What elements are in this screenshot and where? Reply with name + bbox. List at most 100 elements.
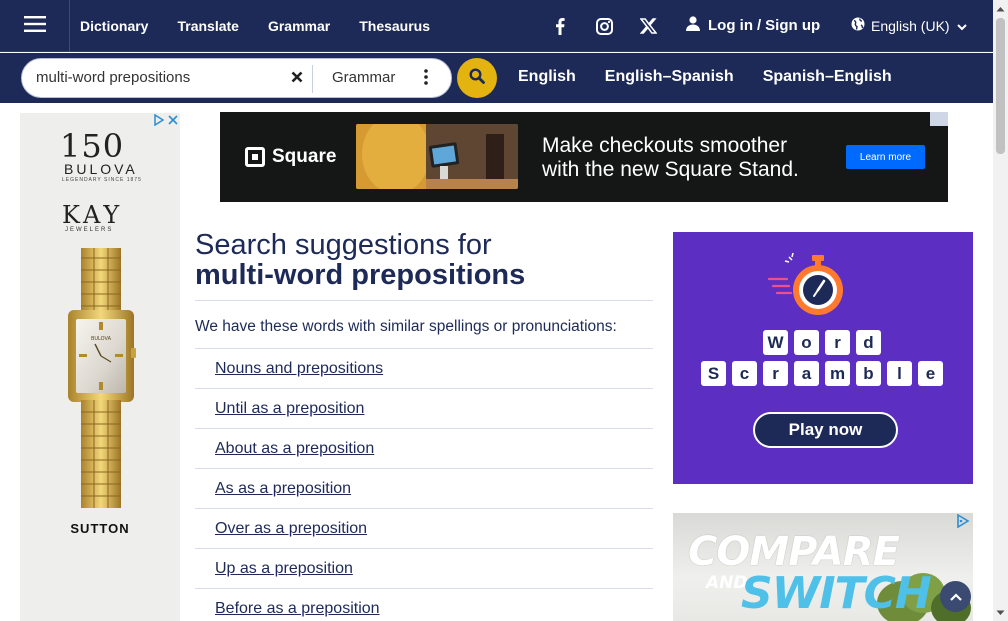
kay-logo: KAY	[62, 201, 124, 229]
square-brand: Square	[272, 146, 337, 167]
top-nav: Dictionary Translate Grammar Thesaurus L…	[0, 0, 993, 52]
square-logo: Square	[245, 146, 336, 168]
chevron-down-icon	[956, 18, 967, 34]
page-scrollbar[interactable]	[993, 0, 1008, 621]
page-title: Search suggestions for	[195, 229, 492, 261]
dict-link-english[interactable]: English	[518, 68, 576, 86]
letter-tile: a	[794, 361, 819, 386]
letter-tile: r	[825, 330, 850, 355]
suggestion-link[interactable]: Up as a preposition	[215, 560, 353, 578]
suggestion-link[interactable]: Before as a preposition	[215, 600, 380, 618]
login-signup: Log in / Sign up	[686, 16, 820, 35]
letter-tile: W	[763, 330, 788, 355]
square-headline-line2: with the new Square Stand.	[542, 158, 799, 181]
more-vertical-icon	[424, 68, 428, 90]
search-term-title: multi-word prepositions	[195, 259, 526, 291]
list-item: Over as a preposition	[195, 509, 653, 549]
bulova-tagline: LEGENDARY SINCE 1875	[62, 177, 142, 183]
user-icon	[686, 16, 700, 35]
clear-icon	[291, 70, 303, 88]
language-label: English (UK)	[871, 17, 950, 34]
switch-text: SWITCH	[741, 568, 932, 619]
menu-icon	[23, 15, 46, 37]
learn-more-button[interactable]: Learn more	[846, 145, 925, 169]
kay-subtitle: JEWELERS	[65, 227, 114, 233]
main-content: Search suggestions for multi-word prepos…	[195, 230, 653, 621]
login-separator: /	[757, 17, 762, 34]
square-ad-photo	[356, 124, 518, 189]
square-headline-line1: Make checkouts smoother	[542, 134, 788, 157]
scramble-row-2: S c r a m b l e	[701, 361, 943, 386]
scrollbar-thumb[interactable]	[996, 18, 1005, 154]
nav-link-grammar[interactable]: Grammar	[268, 18, 330, 34]
scroll-down-arrow[interactable]	[993, 604, 1008, 621]
title-divider	[195, 300, 653, 301]
search-box: Grammar	[21, 58, 452, 98]
arrow-up-icon	[949, 588, 962, 606]
language-selector[interactable]: English (UK)	[851, 17, 967, 34]
letter-tile: r	[763, 361, 788, 386]
suggestion-link[interactable]: Nouns and prepositions	[215, 360, 383, 378]
word-scramble-promo[interactable]: W o r d S c r a m b l e Play now	[673, 232, 973, 484]
square-banner-ad[interactable]: Square Make checkouts smoother with the …	[220, 112, 948, 202]
primary-nav: Dictionary Translate Grammar Thesaurus	[80, 0, 459, 52]
instagram-icon[interactable]	[592, 14, 616, 38]
suggestions-list: Nouns and prepositions Until as a prepos…	[195, 348, 653, 621]
letter-tile: l	[887, 361, 912, 386]
dict-link-english-spanish[interactable]: English–Spanish	[605, 68, 734, 86]
letter-tile: S	[701, 361, 726, 386]
scramble-row-1: W o r d	[763, 330, 881, 355]
letter-tile: b	[856, 361, 881, 386]
dictionary-select[interactable]: Grammar	[332, 69, 395, 86]
list-item: About as a preposition	[195, 429, 653, 469]
list-item: Up as a preposition	[195, 549, 653, 589]
list-item: As as a preposition	[195, 469, 653, 509]
letter-tile: m	[825, 361, 850, 386]
dict-link-spanish-english[interactable]: Spanish–English	[763, 68, 892, 86]
nav-link-dictionary[interactable]: Dictionary	[80, 18, 148, 34]
dictionary-options-button[interactable]	[420, 68, 432, 90]
suggestion-link[interactable]: About as a preposition	[215, 440, 374, 458]
suggestion-link[interactable]: Over as a preposition	[215, 520, 367, 538]
letter-tile: c	[732, 361, 757, 386]
facebook-icon[interactable]	[548, 14, 572, 38]
list-item: Before as a preposition	[195, 589, 653, 621]
signup-link[interactable]: Sign up	[765, 17, 820, 34]
clear-search-button[interactable]	[288, 70, 306, 88]
adchoices-badge[interactable]	[153, 113, 179, 129]
square-logo-icon	[245, 147, 265, 167]
compare-switch-ad[interactable]: COMPARE AND SWITCH	[673, 513, 973, 621]
bulova-logo: BULOVA	[64, 161, 138, 177]
close-icon	[167, 114, 179, 129]
suggestion-link[interactable]: As as a preposition	[215, 480, 351, 498]
search-button[interactable]	[457, 58, 497, 98]
nav-link-thesaurus[interactable]: Thesaurus	[359, 18, 430, 34]
nav-link-translate[interactable]: Translate	[177, 18, 238, 34]
watch-image: BULOVA	[65, 248, 137, 513]
list-item: Until as a preposition	[195, 389, 653, 429]
dictionary-links: English English–Spanish Spanish–English	[518, 68, 921, 86]
left-skyscraper-ad[interactable]: 150 BULOVA LEGENDARY SINCE 1875 KAY JEWE…	[20, 113, 180, 621]
adchoices-icon	[153, 113, 165, 129]
social-links	[548, 14, 660, 38]
login-link[interactable]: Log in	[708, 17, 753, 34]
list-item: Nouns and prepositions	[195, 349, 653, 389]
adchoices-icon[interactable]	[955, 513, 971, 533]
globe-icon	[851, 17, 865, 34]
menu-button[interactable]	[0, 0, 70, 52]
search-bar: Grammar English English–Spanish Spanish–…	[0, 53, 993, 103]
x-icon[interactable]	[636, 14, 660, 38]
suggestions-intro: We have these words with similar spellin…	[195, 318, 617, 335]
letter-tile: e	[918, 361, 943, 386]
scroll-up-arrow[interactable]	[993, 0, 1008, 17]
square-headline: Make checkouts smoother with the new Squ…	[542, 134, 799, 182]
letter-tile: d	[856, 330, 881, 355]
watch-brand: BULOVA	[91, 336, 112, 342]
search-input[interactable]	[36, 69, 286, 86]
adchoices-icon[interactable]	[930, 112, 948, 126]
search-divider	[312, 65, 313, 93]
bulova-anniversary: 150	[60, 127, 125, 165]
scroll-to-top-button[interactable]	[940, 581, 971, 612]
suggestion-link[interactable]: Until as a preposition	[215, 400, 364, 418]
play-now-button[interactable]: Play now	[753, 412, 898, 448]
